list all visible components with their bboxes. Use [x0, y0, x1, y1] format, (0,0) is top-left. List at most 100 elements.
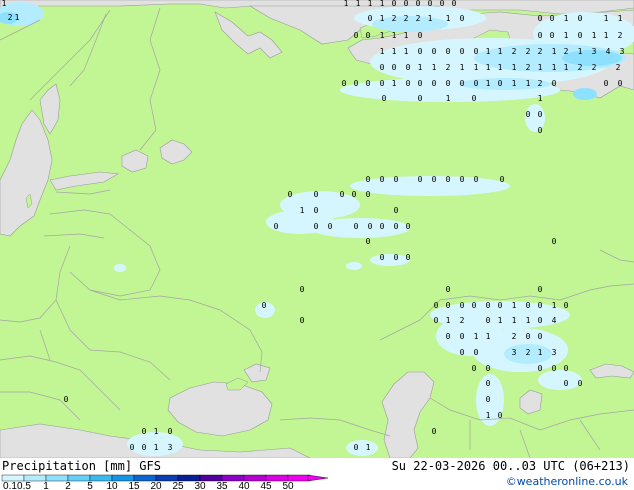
- precip-value-marker: 2: [592, 63, 597, 72]
- precip-value-marker: 0: [394, 206, 399, 215]
- precip-value-marker: 1: [154, 443, 159, 452]
- scale-ticks: 0.1 0.5 1 2 5 10 15 20 25 30 35 40 45 50: [3, 481, 294, 490]
- precip-value-marker: 2: [8, 13, 13, 22]
- precip-value-marker: 1: [380, 0, 385, 8]
- precip-value-marker: 0: [432, 47, 437, 56]
- precip-value-marker: 1: [428, 14, 433, 23]
- precip-color-scale: 0.1 0.5 1 2 5 10 15 20 25 30 35 40 45 50: [1, 474, 329, 490]
- precip-value-marker: 1: [418, 63, 423, 72]
- precip-value-marker: 1: [344, 0, 349, 8]
- forecast-datetime: Su 22-03-2026 00..03 UTC (06+213): [391, 459, 630, 473]
- precip-value-marker: 0: [460, 47, 465, 56]
- precip-value-marker: 0: [64, 395, 69, 404]
- precip-value-marker: 3: [592, 47, 597, 56]
- precip-value-marker: 0: [474, 47, 479, 56]
- precip-value-marker: 2: [618, 31, 623, 40]
- precip-value-marker: 0: [434, 301, 439, 310]
- precip-value-marker: 0: [418, 79, 423, 88]
- scale-tick-label: 45: [260, 481, 272, 490]
- precip-value-marker: 0: [564, 301, 569, 310]
- precip-value-marker: 0: [526, 110, 531, 119]
- precip-value-marker: 0: [368, 14, 373, 23]
- precip-value-marker: 0: [474, 175, 479, 184]
- scale-tick-label: 15: [128, 481, 140, 490]
- precip-value-marker: 1: [392, 47, 397, 56]
- precip-value-marker: 1: [2, 0, 7, 8]
- precip-value-marker: 1: [512, 301, 517, 310]
- precip-value-marker: 0: [418, 175, 423, 184]
- precip-value-marker: 0: [354, 443, 359, 452]
- precip-value-marker: 0: [564, 379, 569, 388]
- precip-value-marker: 1: [538, 94, 543, 103]
- precip-value-marker: 1: [380, 47, 385, 56]
- precip-value-marker: 0: [342, 79, 347, 88]
- credit-link[interactable]: ©weatheronline.co.uk: [506, 475, 628, 489]
- precip-value-marker: 0: [432, 427, 437, 436]
- precip-value-marker: 0: [168, 427, 173, 436]
- precip-value-marker: 0: [406, 79, 411, 88]
- precip-value-marker: 2: [564, 47, 569, 56]
- precip-value-marker: 2: [526, 63, 531, 72]
- map-title: Precipitation [mm] GFS: [2, 459, 161, 473]
- precip-value-marker: 0: [380, 175, 385, 184]
- precip-value-marker: 2: [616, 63, 621, 72]
- precip-value-marker: 1: [552, 47, 557, 56]
- precip-value-marker: 0: [380, 253, 385, 262]
- scale-tick-label: 40: [238, 481, 250, 490]
- precip-value-marker: 0: [486, 379, 491, 388]
- precip-value-marker: 1: [392, 31, 397, 40]
- precip-value-marker: 3: [168, 443, 173, 452]
- precip-value-marker: 1: [474, 332, 479, 341]
- scale-tick-label: 10: [106, 481, 118, 490]
- precip-value-marker: 1: [446, 14, 451, 23]
- precip-value-marker: 0: [446, 79, 451, 88]
- precip-value-marker: 1: [578, 47, 583, 56]
- precip-value-marker: 1: [498, 47, 503, 56]
- precip-value-marker: 0: [142, 443, 147, 452]
- precip-value-marker: 1: [486, 411, 491, 420]
- precip-value-marker: 1: [432, 63, 437, 72]
- precip-value-marker: 0: [406, 253, 411, 262]
- precip-value-marker: 0: [314, 222, 319, 231]
- precip-value-marker: 2: [538, 47, 543, 56]
- precip-value-marker: 0: [328, 222, 333, 231]
- scale-tick-label: 1: [43, 481, 49, 490]
- precip-value-marker: 1: [538, 348, 543, 357]
- precip-value-marker: 1: [512, 316, 517, 325]
- precip-value-marker: 0: [538, 110, 543, 119]
- precip-value-marker: 0: [446, 285, 451, 294]
- precip-value-marker: 2: [460, 316, 465, 325]
- precip-value-marker: 1: [460, 63, 465, 72]
- precip-value-marker: 1: [564, 31, 569, 40]
- scale-tick-label: 0.1: [3, 481, 17, 490]
- precip-value-marker: 2: [404, 14, 409, 23]
- precip-value-marker: 0: [314, 190, 319, 199]
- precip-value-marker: 2: [538, 79, 543, 88]
- footer-bar: Precipitation [mm] GFS Su 22-03-2026 00.…: [0, 458, 634, 490]
- precip-value-marker: 4: [606, 47, 611, 56]
- precip-value-marker: 1: [512, 79, 517, 88]
- precip-value-marker: 0: [300, 285, 305, 294]
- precip-value-marker: 0: [418, 31, 423, 40]
- precip-value-marker: 2: [416, 14, 421, 23]
- precip-value-marker: 0: [314, 206, 319, 215]
- precip-value-marker: 0: [526, 301, 531, 310]
- precip-value-marker: 0: [446, 47, 451, 56]
- precip-value-marker: 0: [130, 443, 135, 452]
- precip-value-marker: 1: [15, 13, 20, 22]
- precip-value-marker: 0: [552, 237, 557, 246]
- precip-value-marker: 1: [552, 301, 557, 310]
- precip-value-marker: 0: [392, 0, 397, 8]
- precip-value-marker: 0: [392, 63, 397, 72]
- precip-value-marker: 0: [446, 301, 451, 310]
- precip-value-marker: 0: [578, 14, 583, 23]
- precip-value-marker: 0: [366, 31, 371, 40]
- precip-value-marker: 0: [578, 31, 583, 40]
- precip-value-marker: 1: [564, 63, 569, 72]
- precip-value-marker: 0: [340, 190, 345, 199]
- precip-value-marker: 4: [552, 316, 557, 325]
- precip-value-marker: 0: [550, 14, 555, 23]
- scale-tick-label: 0.5: [17, 481, 31, 490]
- precip-value-marker: 1: [380, 14, 385, 23]
- precip-value-marker: 0: [564, 364, 569, 373]
